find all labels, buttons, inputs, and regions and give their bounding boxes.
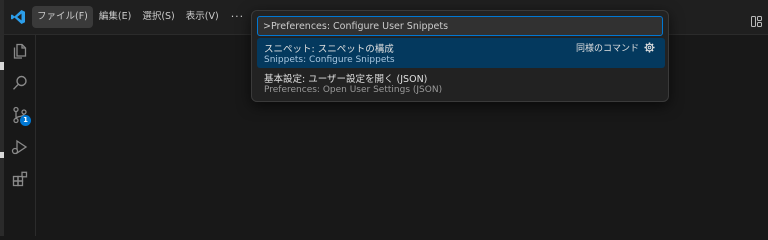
result-detail: Preferences: Open User Settings (JSON)	[264, 85, 443, 95]
command-palette: スニペット: スニペットの構成 Snippets: Configure Snip…	[251, 10, 669, 102]
vscode-logo-icon	[8, 7, 28, 27]
result-detail: Snippets: Configure Snippets	[264, 55, 395, 65]
result-label: 基本設定: ユーザー設定を開く (JSON)	[264, 74, 428, 85]
palette-result-configure-snippets[interactable]: スニペット: スニペットの構成 Snippets: Configure Snip…	[257, 38, 665, 68]
result-label: スニペット: スニペットの構成	[264, 44, 394, 55]
activity-bar: 1	[4, 35, 36, 236]
palette-result-open-user-settings-json[interactable]: 基本設定: ユーザー設定を開く (JSON) Preferences: Open…	[257, 68, 665, 98]
extensions-icon[interactable]	[4, 163, 36, 195]
layout-icon[interactable]	[751, 12, 762, 31]
menu-view[interactable]: 表示(V)	[181, 6, 224, 28]
menu-selection[interactable]: 選択(S)	[137, 6, 179, 28]
result-group-label: 同様のコマンド	[575, 44, 639, 54]
files-icon[interactable]	[4, 35, 36, 67]
command-palette-input[interactable]	[257, 16, 663, 36]
menu-edit[interactable]: 編集(E)	[94, 6, 136, 28]
source-control-icon[interactable]: 1	[4, 99, 36, 131]
source-control-badge: 1	[20, 115, 31, 126]
search-icon[interactable]	[4, 67, 36, 99]
run-debug-icon[interactable]	[4, 131, 36, 163]
menu-more-button[interactable]: ···	[225, 6, 251, 28]
menu-file[interactable]: ファイル(F)	[32, 6, 93, 28]
gear-icon[interactable]	[643, 41, 655, 53]
